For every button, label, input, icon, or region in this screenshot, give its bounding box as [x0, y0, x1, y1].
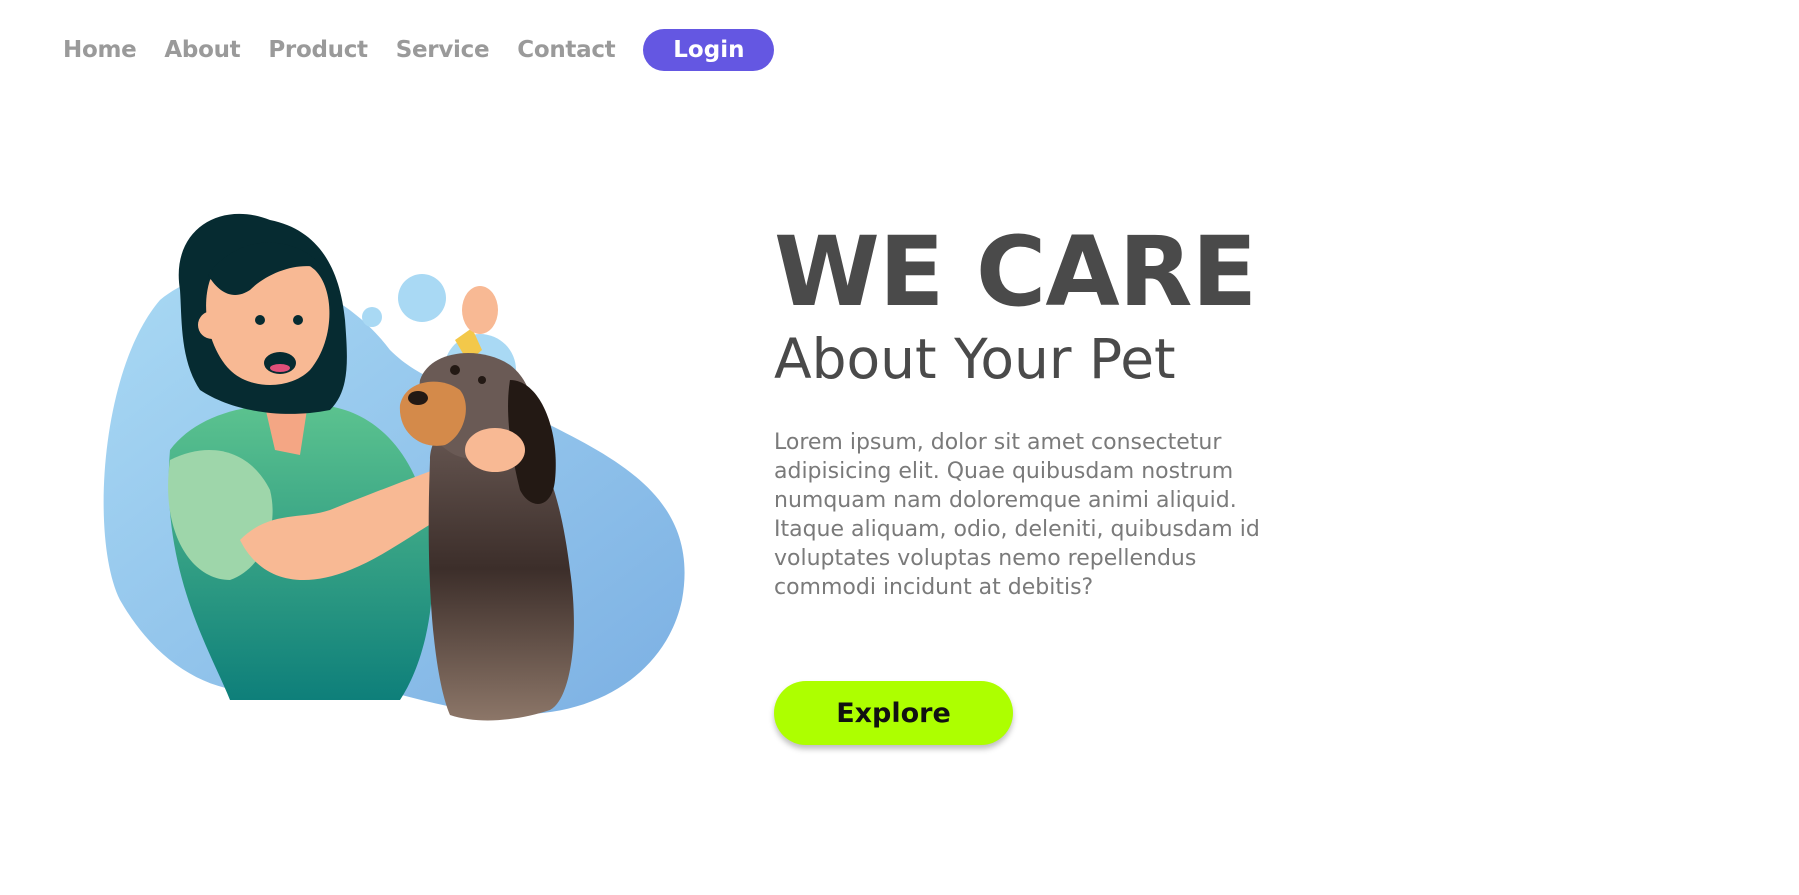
vet-with-dog-illustration	[100, 210, 700, 740]
nav-link-about[interactable]: About	[164, 37, 240, 63]
login-button[interactable]: Login	[643, 29, 775, 71]
bubble-small	[362, 307, 382, 327]
woman-ear	[198, 311, 226, 339]
main-nav: Home About Product Service Contact Login	[63, 28, 775, 72]
dog-nose	[408, 391, 428, 405]
nav-link-home[interactable]: Home	[63, 37, 137, 63]
nav-link-service[interactable]: Service	[396, 37, 490, 63]
hero-description: Lorem ipsum, dolor sit amet consectetur …	[774, 430, 1260, 600]
nav-link-contact[interactable]: Contact	[517, 37, 615, 63]
bubble-large	[398, 274, 446, 322]
hero-headline: WE CARE	[774, 216, 1257, 328]
dog-eye	[450, 365, 460, 375]
explore-button[interactable]: Explore	[774, 681, 1013, 745]
nav-link-product[interactable]: Product	[268, 37, 368, 63]
hero-text: WE CARE About Your Pet Lorem ipsum, dolo…	[774, 222, 1334, 602]
woman-hand	[465, 428, 525, 472]
hero-subheadline: About Your Pet	[774, 327, 1176, 391]
